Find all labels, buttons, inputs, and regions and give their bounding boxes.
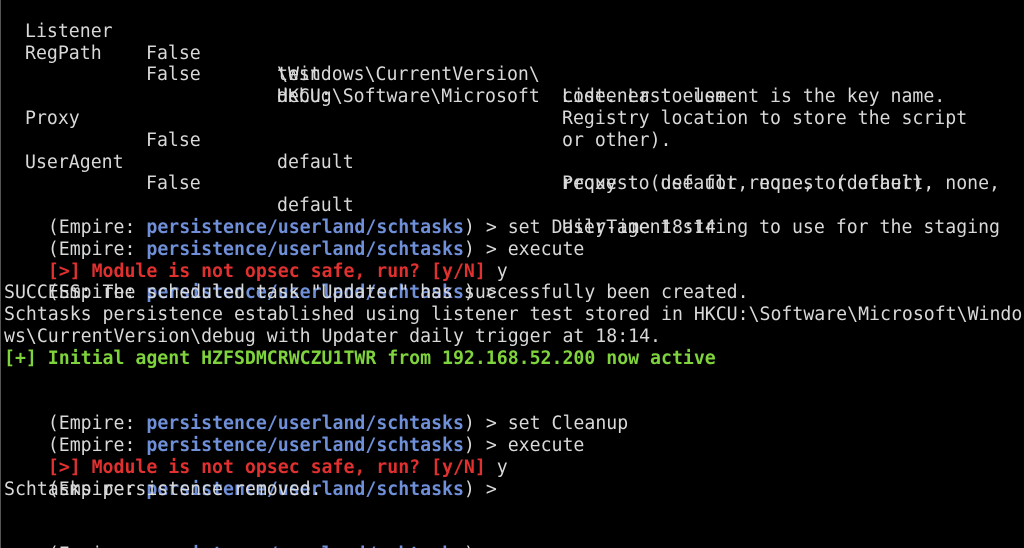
option-required: False xyxy=(146,42,201,64)
option-description: or other). xyxy=(562,129,672,151)
prompt-line: (Empire: persistence/userland/schtasks) … xyxy=(4,391,628,434)
option-required: False xyxy=(146,64,201,86)
prompt-line: (Empire: persistence/userland/schtasks) … xyxy=(4,413,585,456)
success-message: SUCCESS: The scheduled task "Updater" ha… xyxy=(4,282,749,304)
command-text: execute xyxy=(507,238,585,260)
removed-message: Schtasks persistence removed. xyxy=(4,478,322,500)
option-value: default xyxy=(277,151,354,173)
persistence-message-continuation: ws\CurrentVersion\debug with Updater dai… xyxy=(4,326,661,347)
table-row: Proxy False default Proxy to use for req… xyxy=(4,86,1000,194)
option-value: \Windows\CurrentVersion\ xyxy=(277,64,540,86)
prompt-open: (Empire: xyxy=(48,544,147,548)
table-row-continuation: debug xyxy=(4,64,332,107)
prompt-close: ) > xyxy=(464,544,508,548)
option-description: request (default, none, or other). xyxy=(562,173,935,195)
persistence-message: Schtasks persistence established using l… xyxy=(4,304,1023,326)
active-prompt-line[interactable]: (Empire: persistence/userland/schtasks) … xyxy=(4,522,508,548)
option-description: Registry location to store the script xyxy=(562,107,968,129)
module-path: persistence/userland/schtasks xyxy=(146,544,464,548)
table-row: Listener False test Listener to use. xyxy=(4,0,737,107)
terminal-window[interactable]: Listener False test Listener to use. Reg… xyxy=(1,0,1024,548)
table-row-continuation: request (default, none, or other). xyxy=(4,152,934,194)
agent-active-message: [+] Initial agent HZFSDMCRWCZU1TWR from … xyxy=(4,347,716,369)
table-row-continuation: \Windows\CurrentVersion\ code. Last elem… xyxy=(4,43,945,107)
prompt-line: (Empire: persistence/userland/schtasks) … xyxy=(4,195,716,238)
opsec-warning-line: [>] Module is not opsec safe, run? [y/N]… xyxy=(4,239,508,282)
option-description: code. Last element is the key name. xyxy=(562,86,946,108)
opsec-warning-line: [>] Module is not opsec safe, run? [y/N]… xyxy=(4,435,508,478)
option-required: False xyxy=(146,129,201,151)
table-row: UserAgent False default User-agent strin… xyxy=(4,130,1000,238)
command-text: execute xyxy=(507,434,585,456)
table-row-continuation: or other). xyxy=(4,108,672,151)
prompt-line: (Empire: persistence/userland/schtasks) … xyxy=(4,457,508,500)
prompt-line: (Empire: persistence/userland/schtasks) … xyxy=(4,217,585,260)
option-required: False xyxy=(146,173,201,195)
prompt-close: ) > xyxy=(463,478,508,500)
option-value: debug xyxy=(277,86,332,108)
table-row: RegPath False HKCU:\Software\Microsoft R… xyxy=(4,21,967,129)
prompt-line: (Empire: persistence/userland/schtasks) … xyxy=(4,261,508,303)
